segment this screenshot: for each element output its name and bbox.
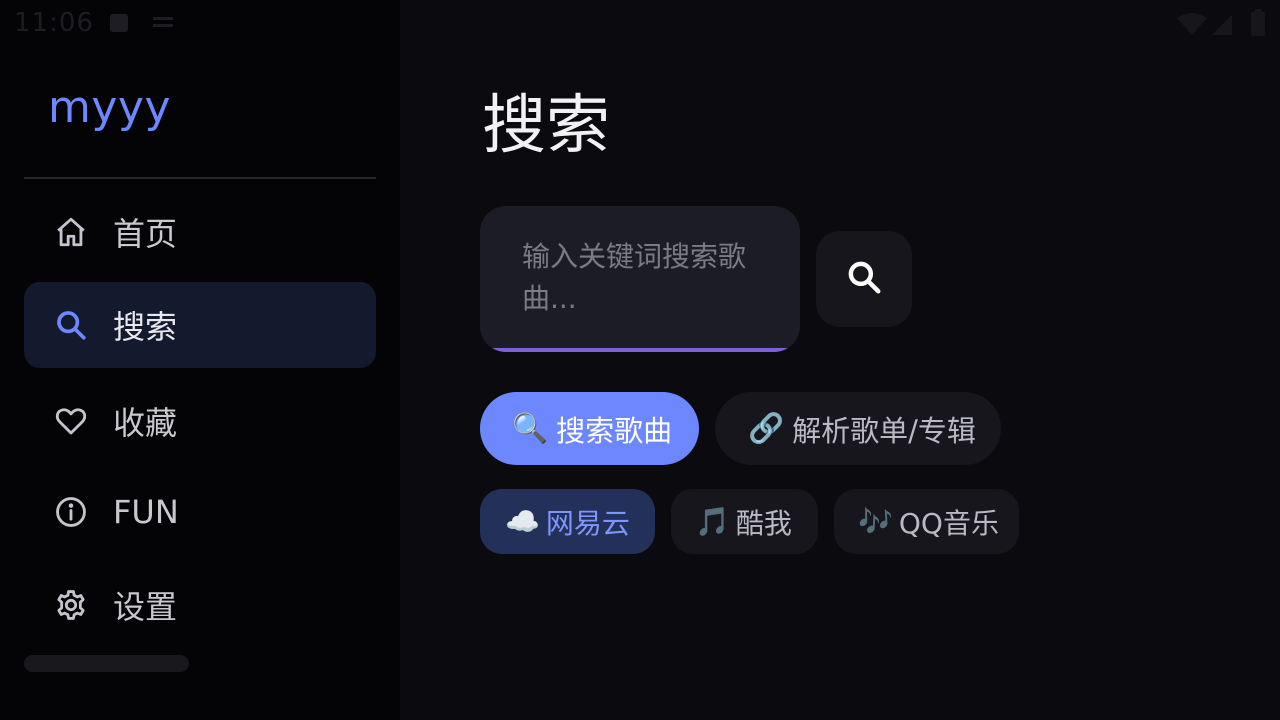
mode-label: 搜索歌曲 bbox=[556, 413, 673, 448]
gear-icon bbox=[54, 588, 88, 622]
music-note-icon: 🎵 bbox=[695, 505, 730, 538]
sidebar-item-label: 首页 bbox=[113, 215, 178, 253]
cellular-icon bbox=[1210, 12, 1234, 40]
search-icon bbox=[54, 308, 88, 342]
search-icon bbox=[845, 258, 883, 300]
source-netease-chip[interactable]: ☁️ 网易云 bbox=[480, 489, 655, 554]
search-field[interactable] bbox=[480, 206, 800, 352]
source-label: QQ音乐 bbox=[898, 506, 999, 540]
sidebar-item-favorites[interactable]: 收藏 bbox=[24, 378, 376, 464]
heart-icon bbox=[54, 404, 88, 438]
search-input-underline bbox=[480, 348, 800, 352]
sidebar-item-settings[interactable]: 设置 bbox=[24, 562, 376, 648]
source-label: 酷我 bbox=[735, 506, 792, 540]
sidebar-item-search[interactable]: 搜索 bbox=[24, 282, 376, 368]
page-title: 搜索 bbox=[482, 89, 610, 163]
status-time: 11:06 bbox=[14, 8, 94, 38]
sidebar-scrollbar[interactable] bbox=[24, 655, 189, 672]
sidebar-item-label: FUN bbox=[113, 493, 179, 531]
search-input[interactable] bbox=[520, 234, 764, 334]
sim-icon bbox=[152, 14, 174, 36]
notification-icon bbox=[108, 12, 130, 38]
link-icon: 🔗 bbox=[748, 411, 785, 445]
music-notes-icon: 🎶 bbox=[858, 505, 893, 538]
wifi-icon bbox=[1176, 12, 1208, 40]
battery-icon bbox=[1250, 9, 1266, 41]
sidebar-item-fun[interactable]: FUN bbox=[24, 469, 376, 555]
cloud-icon: ☁️ bbox=[505, 505, 540, 538]
source-label: 网易云 bbox=[545, 506, 630, 540]
sidebar-divider bbox=[24, 177, 376, 179]
mode-parse-playlist-button[interactable]: 🔗 解析歌单/专辑 bbox=[715, 392, 1001, 465]
source-qq-music-chip[interactable]: 🎶 QQ音乐 bbox=[834, 489, 1019, 554]
mode-search-songs-button[interactable]: 🔍 搜索歌曲 bbox=[480, 392, 699, 465]
source-kuwo-chip[interactable]: 🎵 酷我 bbox=[671, 489, 818, 554]
sidebar: myyy 首页 搜索 收藏 FUN 设置 bbox=[0, 0, 400, 720]
sidebar-item-label: 收藏 bbox=[113, 404, 178, 442]
magnifier-icon: 🔍 bbox=[512, 411, 549, 445]
info-icon bbox=[54, 495, 88, 529]
search-button[interactable] bbox=[816, 231, 912, 327]
sidebar-item-home[interactable]: 首页 bbox=[24, 189, 376, 275]
sidebar-item-label: 设置 bbox=[113, 588, 178, 626]
app-name: myyy bbox=[48, 82, 171, 133]
sidebar-item-label: 搜索 bbox=[113, 308, 178, 346]
home-icon bbox=[54, 215, 88, 249]
mode-label: 解析歌单/专辑 bbox=[792, 413, 976, 448]
status-bar: 11:06 bbox=[0, 0, 1280, 48]
